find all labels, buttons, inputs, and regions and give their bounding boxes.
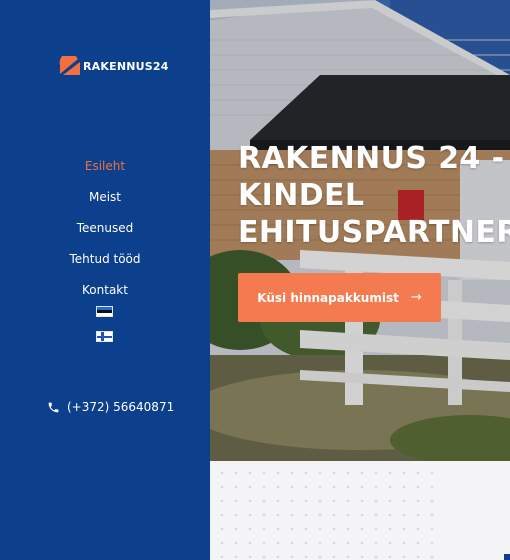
logo-text: RAKENNUS24: [83, 59, 169, 73]
nav-link-kontakt[interactable]: Kontakt: [82, 283, 128, 297]
phone-icon: [47, 401, 60, 414]
hero-title: RAKENNUS 24 - S KINDEL EHITUSPARTNER.: [238, 140, 510, 251]
nav-item-teenused: Teenused: [0, 212, 210, 243]
hero-title-line-1: RAKENNUS 24 - S: [238, 141, 510, 176]
request-quote-label: Küsi hinnapakkumist: [257, 290, 399, 305]
finnish-flag-icon[interactable]: [96, 331, 113, 342]
logo-link[interactable]: RAKENNUS24: [59, 56, 169, 76]
arrow-right-icon: →: [410, 290, 422, 305]
nav-link-meist[interactable]: Meist: [89, 190, 121, 204]
nav-item-tehtud-tood: Tehtud tööd: [0, 243, 210, 274]
hero-title-line-3: EHITUSPARTNER.: [238, 215, 510, 250]
nav-link-teenused[interactable]: Teenused: [77, 221, 134, 235]
page: RAKENNUS24 Esileht Meist Teenused Tehtud…: [0, 0, 510, 560]
nav-item-kontakt: Kontakt: [0, 274, 210, 305]
hero-title-line-2: KINDEL: [238, 178, 365, 213]
nav-item-meist: Meist: [0, 181, 210, 212]
corner-accent: [504, 554, 510, 560]
estonian-flag-icon[interactable]: [96, 306, 113, 317]
language-switcher: [96, 306, 113, 342]
main-nav: Esileht Meist Teenused Tehtud tööd Konta…: [0, 150, 210, 305]
phone-number: (+372) 56640871: [67, 400, 175, 414]
logo-mark-icon: [59, 56, 81, 76]
nav-link-tehtud-tood[interactable]: Tehtud tööd: [69, 252, 140, 266]
request-quote-button[interactable]: Küsi hinnapakkumist →: [238, 273, 441, 322]
sidebar: RAKENNUS24 Esileht Meist Teenused Tehtud…: [0, 0, 210, 560]
lower-section: [210, 461, 510, 560]
hero-section: RAKENNUS 24 - S KINDEL EHITUSPARTNER. Kü…: [210, 0, 510, 461]
dot-pattern-decoration: [210, 461, 442, 560]
nav-item-esileht: Esileht: [0, 150, 210, 181]
phone-link[interactable]: (+372) 56640871: [47, 400, 174, 414]
nav-link-esileht[interactable]: Esileht: [85, 159, 125, 173]
